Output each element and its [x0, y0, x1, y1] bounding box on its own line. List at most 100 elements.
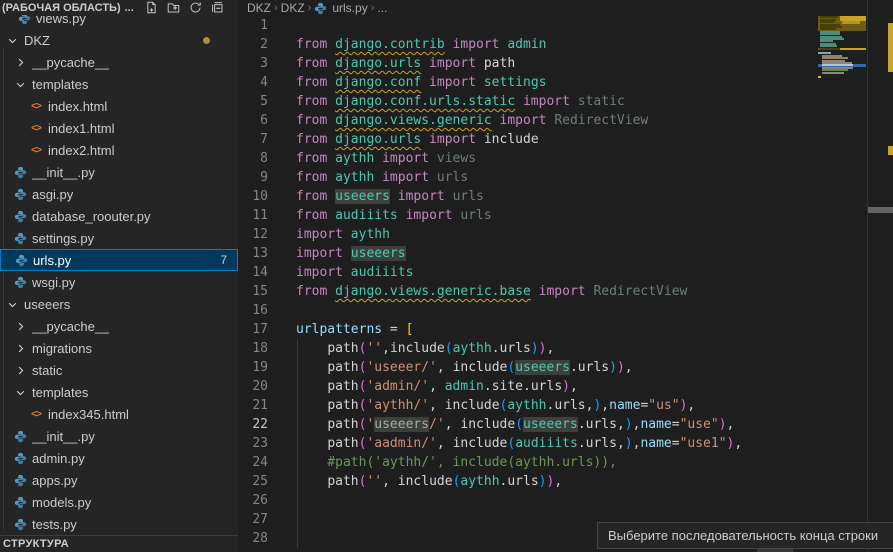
tree-item-label: tests.py	[32, 517, 77, 532]
python-icon	[12, 472, 28, 488]
tree-item-label: wsgi.py	[32, 275, 75, 290]
code-line-1[interactable]: 1	[238, 16, 818, 35]
tree-item-label: migrations	[32, 341, 92, 356]
tree-folder--pycache-[interactable]: __pycache__	[0, 315, 238, 337]
code-line-2[interactable]: 2from django.contrib import admin	[238, 35, 818, 54]
python-icon	[12, 494, 28, 510]
tree-item-label: templates	[32, 385, 88, 400]
line-number: 21	[238, 396, 296, 415]
code-line-22[interactable]: 22 path('useeers/', include(useeers.urls…	[238, 415, 818, 434]
code-line-5[interactable]: 5from django.conf.urls.static import sta…	[238, 92, 818, 111]
tree-file-urls-py[interactable]: urls.py7	[0, 249, 238, 271]
minimap-line	[822, 72, 844, 74]
code-line-11[interactable]: 11from audiiits import urls	[238, 206, 818, 225]
minimap-line	[842, 21, 860, 24]
code-line-15[interactable]: 15from django.views.generic.base import …	[238, 282, 818, 301]
code-line-14[interactable]: 14import audiiits	[238, 263, 818, 282]
minimap-line	[818, 76, 821, 78]
new-folder-icon[interactable]	[166, 0, 181, 15]
breadcrumb-item[interactable]: DKZ	[281, 1, 305, 15]
code-line-21[interactable]: 21 path('aythh/', include(aythh.urls,),n…	[238, 396, 818, 415]
more-actions-icon[interactable]: ...	[125, 2, 134, 14]
tree-item-label: __pycache__	[32, 319, 109, 334]
line-content: #path('aythh/', include(aythh.urls)),	[296, 453, 617, 472]
tree-item-label: index345.html	[48, 407, 129, 422]
line-content: import audiiits	[296, 263, 413, 282]
line-number: 24	[238, 453, 296, 472]
code-line-23[interactable]: 23 path('aadmin/', include(audiiits.urls…	[238, 434, 818, 453]
overview-ruler-scrollbar[interactable]	[867, 0, 893, 552]
code-line-3[interactable]: 3from django.urls import path	[238, 54, 818, 73]
tree-file--init-py[interactable]: __init__.py	[0, 425, 238, 447]
tree-file-wsgi-py[interactable]: wsgi.py	[0, 271, 238, 293]
line-content: from aythh import urls	[296, 168, 468, 187]
line-content: from django.conf import settings	[296, 73, 546, 92]
code-line-19[interactable]: 19 path('useeer/', include(useeers.urls)…	[238, 358, 818, 377]
tree-folder-static[interactable]: static	[0, 359, 238, 381]
tree-file-tests-py[interactable]: tests.py	[0, 513, 238, 535]
code-line-13[interactable]: 13import useeers	[238, 244, 818, 263]
code-line-26[interactable]: 26	[238, 491, 818, 510]
tree-file-index345-html[interactable]: <>index345.html	[0, 403, 238, 425]
tree-item-label: useeers	[24, 297, 70, 312]
breadcrumb-item[interactable]: urls.py	[332, 1, 367, 15]
chevron-down-icon	[4, 296, 20, 312]
line-number: 2	[238, 35, 296, 54]
tooltip-text: Выберите последовательность конца строки	[608, 528, 878, 543]
line-content: from django.urls import path	[296, 54, 515, 73]
code-line-7[interactable]: 7from django.urls import include	[238, 130, 818, 149]
collapse-all-icon[interactable]	[210, 0, 225, 15]
line-number: 28	[238, 529, 296, 548]
tree-folder-dkz[interactable]: DKZ	[0, 29, 238, 51]
tree-file-admin-py[interactable]: admin.py	[0, 447, 238, 469]
code-line-12[interactable]: 12import aythh	[238, 225, 818, 244]
line-number: 23	[238, 434, 296, 453]
code-line-6[interactable]: 6from django.views.generic import Redire…	[238, 111, 818, 130]
tree-file-apps-py[interactable]: apps.py	[0, 469, 238, 491]
tree-file-database-roouter-py[interactable]: database_roouter.py	[0, 205, 238, 227]
code-line-8[interactable]: 8from aythh import views	[238, 149, 818, 168]
tree-folder-migrations[interactable]: migrations	[0, 337, 238, 359]
line-content: import useeers	[296, 244, 406, 263]
outline-section-header[interactable]: СТРУКТУРА	[0, 535, 238, 552]
chevron-right-icon	[12, 340, 28, 356]
tree-file-models-py[interactable]: models.py	[0, 491, 238, 513]
python-icon	[12, 230, 28, 246]
code-line-17[interactable]: 17urlpatterns = [	[238, 320, 818, 339]
code-line-4[interactable]: 4from django.conf import settings	[238, 73, 818, 92]
code-line-24[interactable]: 24 #path('aythh/', include(aythh.urls)),	[238, 453, 818, 472]
html-icon: <>	[28, 120, 44, 136]
breadcrumb-item[interactable]: ...	[377, 1, 387, 15]
code-line-25[interactable]: 25 path('', include(aythh.urls)),	[238, 472, 818, 491]
code-area[interactable]: 12from django.contrib import admin3from …	[238, 16, 818, 548]
line-content: from django.views.generic import Redirec…	[296, 111, 648, 130]
line-content: path('', include(aythh.urls)),	[296, 472, 562, 491]
refresh-icon[interactable]	[188, 0, 203, 15]
tree-folder-useeers[interactable]: useeers	[0, 293, 238, 315]
tree-file-asgi-py[interactable]: asgi.py	[0, 183, 238, 205]
breadcrumb-item[interactable]: DKZ	[247, 1, 271, 15]
code-line-10[interactable]: 10from useeers import urls	[238, 187, 818, 206]
tree-file-index-html[interactable]: <>index.html	[0, 95, 238, 117]
tree-file--init-py[interactable]: __init__.py	[0, 161, 238, 183]
minimap[interactable]	[818, 14, 866, 114]
tree-file-settings-py[interactable]: settings.py	[0, 227, 238, 249]
tree-file-index1-html[interactable]: <>index1.html	[0, 117, 238, 139]
tree-folder-templates[interactable]: templates	[0, 381, 238, 403]
line-content: from useeers import urls	[296, 187, 484, 206]
code-line-20[interactable]: 20 path('admin/', admin.site.urls),	[238, 377, 818, 396]
python-icon	[12, 164, 28, 180]
tree-file-index2-html[interactable]: <>index2.html	[0, 139, 238, 161]
code-line-9[interactable]: 9from aythh import urls	[238, 168, 818, 187]
modified-dot-icon	[203, 37, 210, 44]
line-number: 27	[238, 510, 296, 529]
tree-folder-templates[interactable]: templates	[0, 73, 238, 95]
tree-folder--pycache-[interactable]: __pycache__	[0, 51, 238, 73]
line-content: path('admin/', admin.site.urls),	[296, 377, 578, 396]
tree-item-label: database_roouter.py	[32, 209, 151, 224]
minimap-line	[840, 48, 866, 50]
code-line-16[interactable]: 16	[238, 301, 818, 320]
line-number: 13	[238, 244, 296, 263]
code-line-18[interactable]: 18 path('',include(aythh.urls)),	[238, 339, 818, 358]
new-file-icon[interactable]	[144, 0, 159, 15]
